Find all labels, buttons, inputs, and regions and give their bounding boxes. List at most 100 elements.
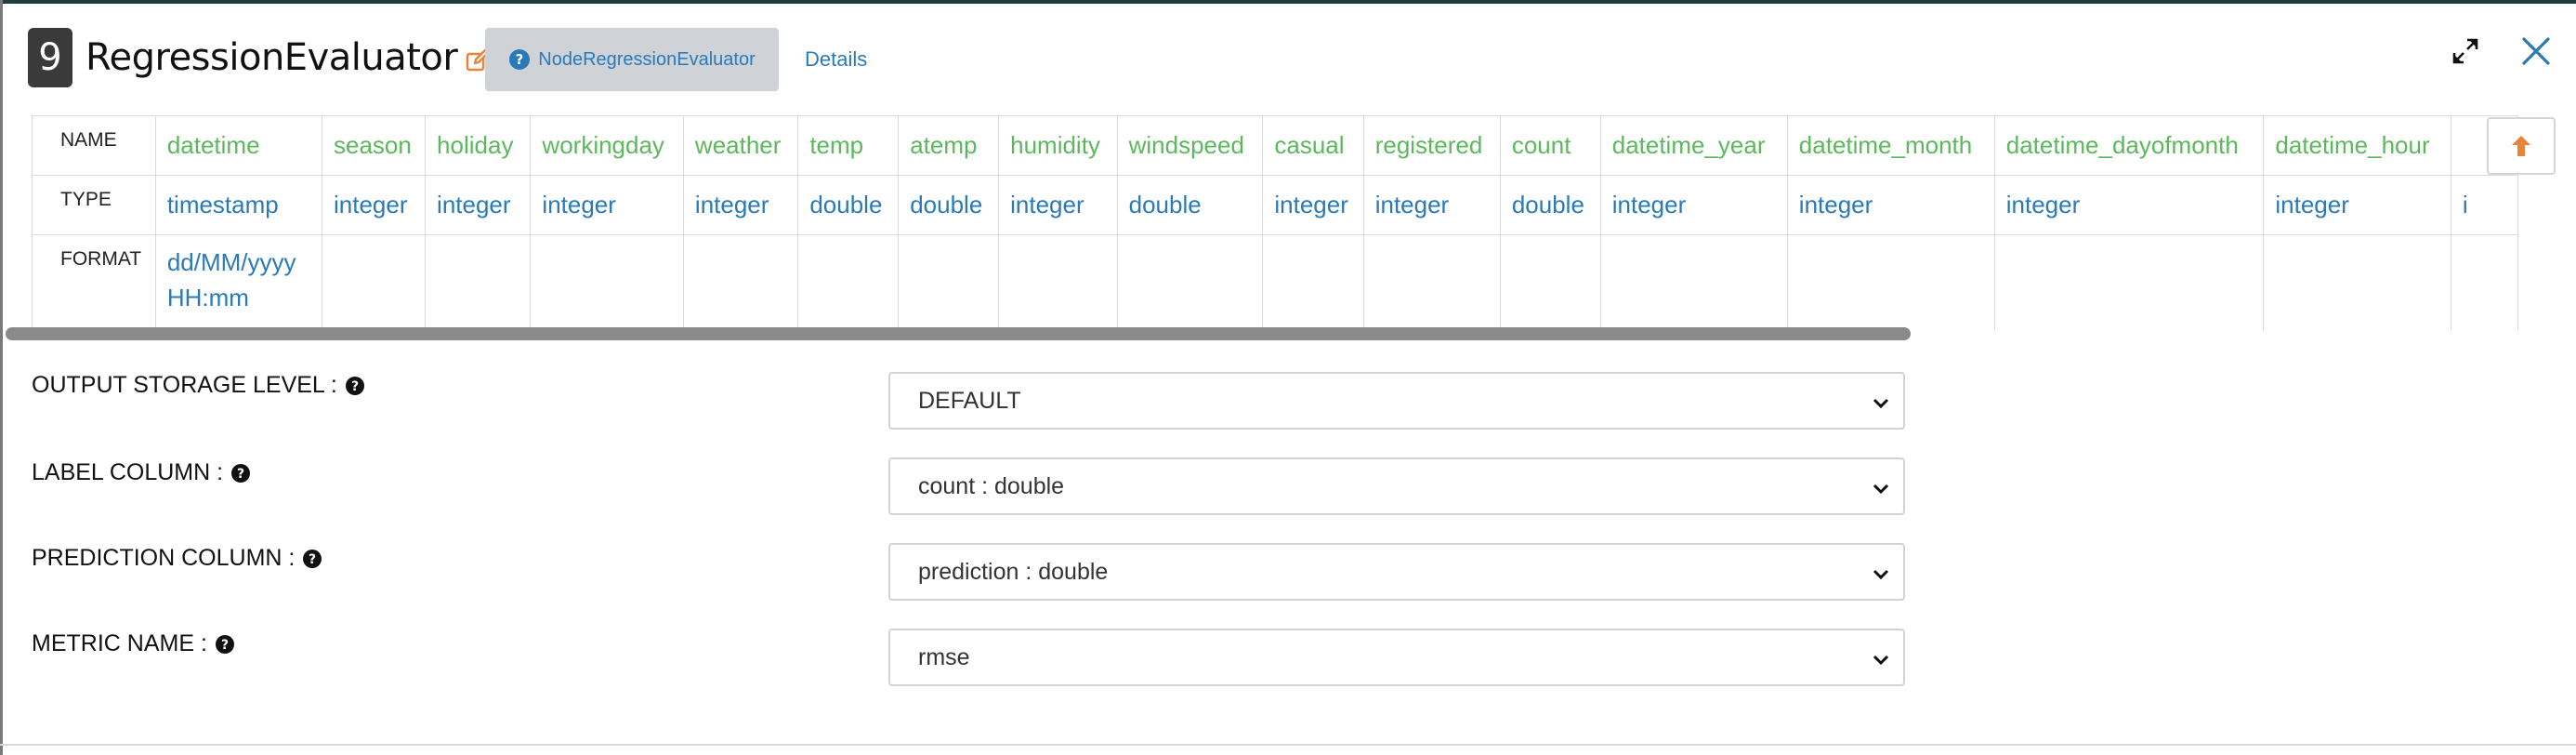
column-type: integer xyxy=(530,175,684,235)
column-format: dd/MM/yyyy HH:mm xyxy=(154,234,323,331)
output-storage-level-select[interactable]: DEFAULT xyxy=(888,372,1905,430)
horizontal-scrollbar[interactable] xyxy=(6,327,1911,340)
close-icon[interactable] xyxy=(2520,35,2552,67)
column-type: double xyxy=(1499,175,1601,235)
chevron-down-icon xyxy=(1873,569,1889,580)
output-storage-level-label: OUTPUT STORAGE LEVEL : ? xyxy=(32,372,365,399)
scrollbar-thumb[interactable] xyxy=(6,327,1911,340)
column-format xyxy=(797,234,900,331)
question-circle-icon[interactable]: ? xyxy=(215,634,235,655)
column-name: workingday xyxy=(530,115,684,176)
expand-icon[interactable] xyxy=(2451,37,2479,65)
name-row: NAME datetime season holiday workingday … xyxy=(32,115,2518,176)
chevron-down-icon xyxy=(1873,655,1889,666)
question-circle-icon: ? xyxy=(509,49,531,70)
column-name: season xyxy=(322,115,427,176)
column-format xyxy=(1786,234,1995,331)
label-text: PREDICTION COLUMN : xyxy=(32,545,296,571)
schema-table: NAME datetime season holiday workingday … xyxy=(32,115,2518,331)
node-number-badge: 9 xyxy=(28,28,72,87)
node-header: 9 RegressionEvaluator xyxy=(28,28,491,87)
column-type: double xyxy=(898,175,1000,235)
column-type: integer xyxy=(1599,175,1788,235)
column-type: integer xyxy=(2263,175,2451,235)
column-name: temp xyxy=(797,115,900,176)
column-format xyxy=(425,234,532,331)
column-name: datetime_hour xyxy=(2263,115,2451,176)
question-circle-icon[interactable]: ? xyxy=(302,549,322,569)
column-format xyxy=(998,234,1118,331)
svg-text:?: ? xyxy=(516,51,524,68)
column-name: datetime_year xyxy=(1599,115,1788,176)
column-format xyxy=(1993,234,2265,331)
chevron-down-icon xyxy=(1873,398,1889,409)
column-format xyxy=(322,234,427,331)
selected-value: prediction : double xyxy=(918,558,1109,585)
column-type: timestamp xyxy=(154,175,323,235)
label-column-select[interactable]: count : double xyxy=(888,457,1905,515)
prediction-column-select[interactable]: prediction : double xyxy=(888,543,1905,601)
column-format xyxy=(898,234,1000,331)
column-format xyxy=(1362,234,1501,331)
bottom-divider xyxy=(0,744,2576,746)
column-name: weather xyxy=(682,115,799,176)
column-format xyxy=(2263,234,2451,331)
column-type: integer xyxy=(1362,175,1501,235)
column-name: count xyxy=(1499,115,1601,176)
column-name: holiday xyxy=(425,115,532,176)
column-format xyxy=(1262,234,1364,331)
column-type: integer xyxy=(1262,175,1364,235)
scroll-to-top-button[interactable] xyxy=(2487,117,2556,175)
selected-value: rmse xyxy=(918,643,970,670)
column-name: windspeed xyxy=(1116,115,1264,176)
svg-text:?: ? xyxy=(237,467,244,482)
metric-name-select[interactable]: rmse xyxy=(888,629,1905,686)
prediction-column-label: PREDICTION COLUMN : ? xyxy=(32,545,322,572)
svg-text:?: ? xyxy=(351,379,359,394)
label-text: OUTPUT STORAGE LEVEL : xyxy=(32,372,337,398)
tab-label: NodeRegressionEvaluator xyxy=(538,48,756,70)
tab-details[interactable]: Details xyxy=(805,28,867,91)
chevron-down-icon xyxy=(1873,483,1889,495)
row-label-format: FORMAT xyxy=(32,234,156,331)
column-type: double xyxy=(1116,175,1264,235)
node-title: RegressionEvaluator xyxy=(85,36,458,79)
row-label-type: TYPE xyxy=(32,175,156,235)
top-border xyxy=(0,0,2576,4)
selected-value: DEFAULT xyxy=(918,387,1021,414)
column-format xyxy=(682,234,799,331)
type-row: TYPE timestamp integer integer integer i… xyxy=(32,175,2518,235)
column-type: integer xyxy=(425,175,532,235)
selected-value: count : double xyxy=(918,472,1065,499)
label-text: METRIC NAME : xyxy=(32,630,207,656)
column-format xyxy=(2450,234,2518,331)
tab-node-regression-evaluator[interactable]: ? NodeRegressionEvaluator xyxy=(485,28,779,91)
column-name: datetime_month xyxy=(1786,115,1995,176)
column-format xyxy=(1116,234,1264,331)
label-column-label: LABEL COLUMN : ? xyxy=(32,459,251,486)
metric-name-label: METRIC NAME : ? xyxy=(32,630,235,657)
arrow-up-icon xyxy=(2512,136,2530,156)
svg-text:?: ? xyxy=(309,552,316,567)
column-type: i xyxy=(2450,175,2518,235)
row-label-name: NAME xyxy=(32,115,156,176)
column-type: integer xyxy=(1993,175,2265,235)
column-name: atemp xyxy=(898,115,1000,176)
column-type: integer xyxy=(998,175,1118,235)
column-type: integer xyxy=(322,175,427,235)
column-name: datetime_dayofmonth xyxy=(1993,115,2265,176)
format-row: FORMAT dd/MM/yyyy HH:mm xyxy=(32,234,2518,331)
column-format xyxy=(530,234,684,331)
column-format xyxy=(1499,234,1601,331)
svg-text:?: ? xyxy=(221,638,229,653)
column-name: registered xyxy=(1362,115,1501,176)
schema-table-container[interactable]: NAME datetime season holiday workingday … xyxy=(32,115,2518,331)
column-format xyxy=(1599,234,1788,331)
question-circle-icon[interactable]: ? xyxy=(345,376,365,396)
question-circle-icon[interactable]: ? xyxy=(230,463,251,483)
column-name: datetime xyxy=(154,115,323,176)
column-name: humidity xyxy=(998,115,1118,176)
column-type: double xyxy=(797,175,900,235)
left-border xyxy=(0,0,3,755)
column-type: integer xyxy=(682,175,799,235)
